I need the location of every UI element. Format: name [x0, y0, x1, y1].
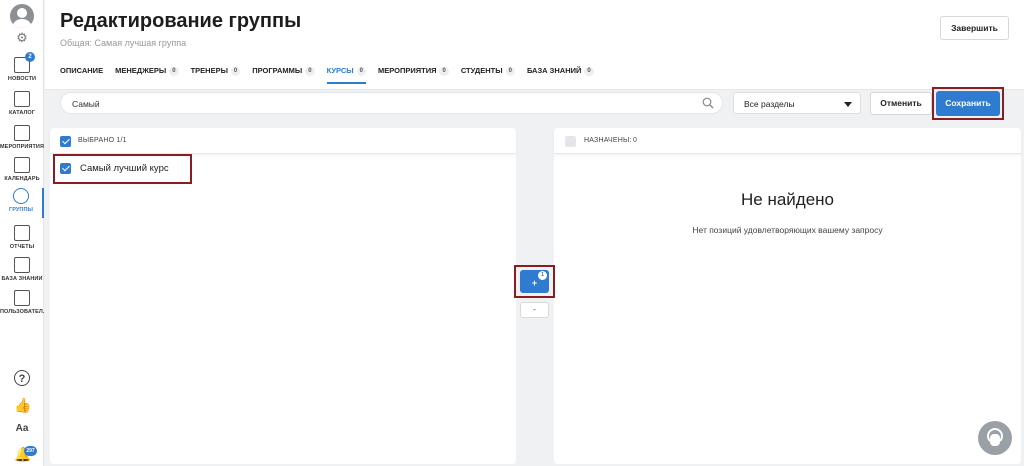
sidebar-item-label: МЕРОПРИЯТИЯ — [0, 144, 44, 150]
tab-label: ПРОГРАММЫ — [252, 66, 303, 75]
assigned-list-panel: НАЗНАЧЕНЫ: 0 — [554, 128, 1021, 464]
users-icon — [14, 290, 30, 306]
tab-count: 0 — [169, 66, 179, 76]
cancel-button[interactable]: Отменить — [870, 92, 932, 115]
section-select[interactable]: Все разделы — [733, 92, 861, 114]
finish-button[interactable]: Завершить — [940, 16, 1009, 40]
sidebar-item-label: БАЗА ЗНАНИЙ — [1, 276, 43, 282]
selected-count-label: ВЫБРАНО 1/1 — [78, 137, 127, 144]
support-chat-button[interactable] — [978, 421, 1012, 455]
sidebar-item-events[interactable]: МЕРОПРИЯТИЯ — [0, 125, 44, 150]
sidebar: ⚙ 2 НОВОСТИ КАТАЛОГ МЕРОПРИЯТИЯ КАЛЕНДАР… — [0, 0, 44, 466]
tab-students[interactable]: СТУДЕНТЫ 0 — [461, 62, 515, 84]
groups-icon — [13, 188, 29, 204]
tab-count: 0 — [305, 66, 315, 76]
tab-trainers[interactable]: ТРЕНЕРЫ 0 — [191, 62, 241, 84]
search-input[interactable]: Самый — [60, 92, 723, 114]
tab-label: ОПИСАНИЕ — [60, 66, 104, 75]
course-checkbox[interactable] — [60, 163, 71, 174]
help-icon[interactable]: ? — [14, 370, 30, 386]
translate-icon[interactable]: Aa — [14, 421, 30, 437]
book-icon — [14, 91, 30, 107]
tab-events[interactable]: МЕРОПРИЯТИЯ 0 — [378, 62, 449, 84]
tab-programs[interactable]: ПРОГРАММЫ 0 — [252, 62, 315, 84]
sidebar-item-label: НОВОСТИ — [7, 76, 37, 82]
sidebar-item-reports[interactable]: ОТЧЕТЫ — [0, 225, 44, 250]
panel-header: ВЫБРАНО 1/1 — [50, 128, 516, 154]
settings-icon[interactable]: ⚙ — [15, 31, 29, 45]
save-button[interactable]: Сохранить — [936, 91, 1000, 116]
page-title: Редактирование группы — [60, 10, 302, 32]
remove-from-assigned-button[interactable]: - — [520, 302, 549, 318]
empty-state-title: Не найдено — [740, 190, 834, 209]
tab-count: 0 — [439, 66, 449, 76]
sidebar-item-label: ПОЛЬЗОВАТЕЛ... — [0, 309, 44, 315]
empty-state-subtitle: Нет позиций удовлетворяющих вашему запро… — [692, 225, 883, 235]
calendar-icon — [14, 157, 30, 173]
section-select-value: Все разделы — [744, 99, 795, 109]
page-header: Редактирование группы Общая: Самая лучша… — [45, 0, 1024, 90]
tab-label: ТРЕНЕРЫ — [190, 66, 228, 75]
add-count-badge: 1 — [538, 271, 547, 280]
tab-count: 0 — [584, 66, 594, 76]
sidebar-item-calendar[interactable]: КАЛЕНДАРЬ — [0, 157, 44, 182]
tab-count: 0 — [356, 66, 366, 76]
notifications-badge: 297 — [24, 446, 37, 456]
tab-label: КУРСЫ — [326, 66, 354, 75]
library-icon — [14, 257, 30, 273]
sidebar-item-label: КАТАЛОГ — [8, 110, 36, 116]
tab-description[interactable]: ОПИСАНИЕ — [60, 62, 103, 84]
sidebar-item-label: КАЛЕНДАРЬ — [4, 176, 40, 182]
assigned-label: НАЗНАЧЕНЫ: — [584, 137, 632, 144]
tab-label: МЕРОПРИЯТИЯ — [377, 66, 437, 75]
chevron-down-icon — [844, 102, 852, 107]
assigned-count: 0 — [633, 137, 638, 144]
news-badge: 2 — [25, 52, 35, 62]
search-icon[interactable] — [702, 97, 714, 109]
sidebar-item-knowledge-base[interactable]: БАЗА ЗНАНИЙ — [0, 257, 44, 282]
headset-icon-body — [990, 434, 1000, 446]
sidebar-item-news[interactable]: 2 НОВОСТИ — [0, 52, 44, 82]
presentation-icon — [14, 125, 30, 141]
page-subtitle: Общая: Самая лучшая группа — [60, 38, 187, 48]
select-all-checkbox[interactable] — [60, 136, 71, 147]
tab-bar: ОПИСАНИЕ МЕНЕДЖЕРЫ 0 ТРЕНЕРЫ 0 ПРОГРАММЫ 0 … — [60, 62, 606, 86]
search-value: Самый — [72, 99, 100, 109]
sidebar-item-groups[interactable]: ГРУППЫ — [0, 188, 44, 218]
sidebar-item-label: ОТЧЕТЫ — [9, 244, 35, 250]
tab-count: 0 — [505, 66, 515, 76]
tab-label: СТУДЕНТЫ — [460, 66, 503, 75]
tab-count: 0 — [230, 66, 241, 76]
sidebar-item-label: ГРУППЫ — [8, 207, 34, 213]
sidebar-item-catalog[interactable]: КАТАЛОГ — [0, 91, 44, 116]
user-avatar[interactable] — [10, 4, 34, 28]
panel-header: НАЗНАЧЕНЫ: 0 — [554, 128, 1021, 154]
thumbs-up-icon[interactable]: 👍 — [14, 397, 31, 413]
tab-label: БАЗА ЗНАНИЙ — [526, 66, 582, 75]
tab-courses[interactable]: КУРСЫ 0 — [326, 62, 366, 84]
list-item[interactable]: Самый лучший курс — [80, 163, 169, 174]
tab-knowledge-base[interactable]: БАЗА ЗНАНИЙ 0 — [527, 62, 594, 84]
sidebar-item-users[interactable]: ПОЛЬЗОВАТЕЛ... — [0, 290, 44, 315]
assigned-select-all-checkbox[interactable] — [565, 136, 576, 147]
tab-managers[interactable]: МЕНЕДЖЕРЫ 0 — [115, 62, 179, 84]
tab-label: МЕНЕДЖЕРЫ — [115, 66, 167, 75]
bar-chart-icon — [14, 225, 30, 241]
